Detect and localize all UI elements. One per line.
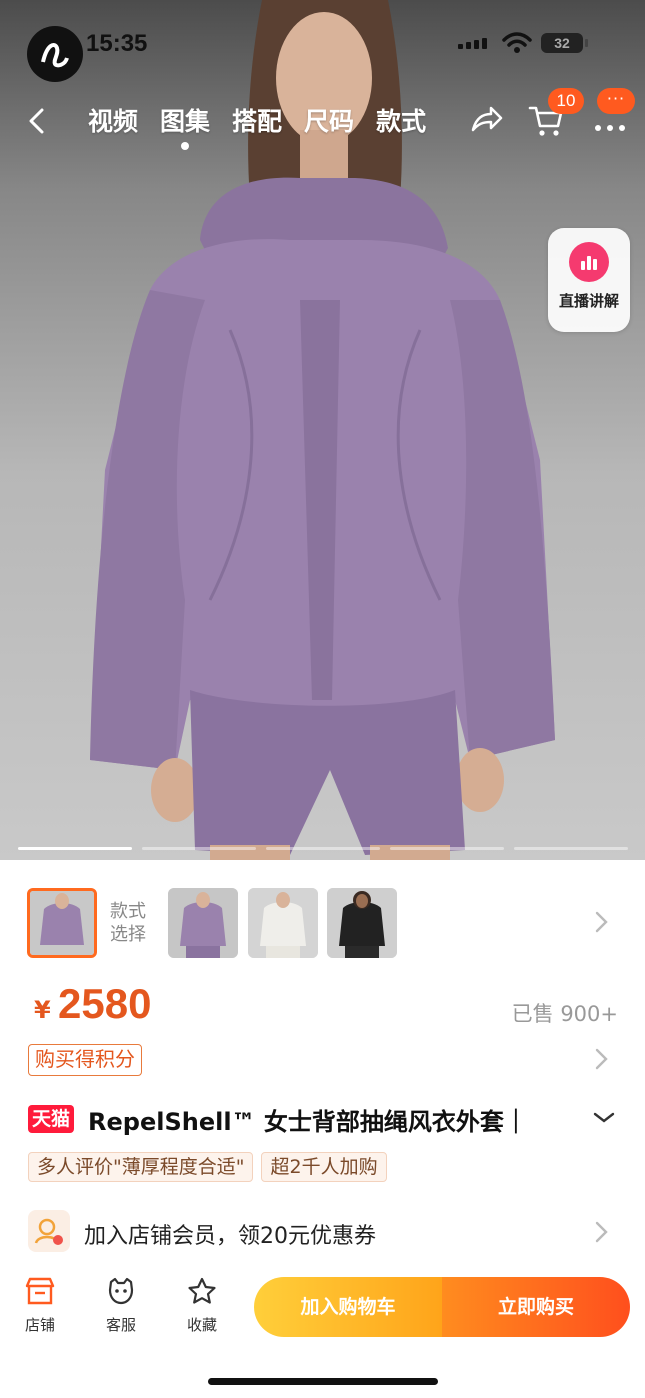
style-thumb-black[interactable] (327, 888, 397, 958)
customer-service-button[interactable]: 客服 (91, 1276, 151, 1335)
live-explain-label: 直播讲解 (558, 292, 619, 310)
gallery-indicator-segment (514, 847, 628, 850)
style-thumb-purple[interactable] (168, 888, 238, 958)
add-to-cart-button[interactable]: 加入购物车 (254, 1277, 442, 1337)
favorite-label: 收藏 (186, 1316, 217, 1334)
cart-count-tag: 超2千人加购 (261, 1152, 387, 1182)
live-explain-button[interactable]: 直播讲解 (548, 228, 630, 332)
bottom-action-bar: 店铺 客服 收藏 加入购物车 立即购买 (0, 1268, 645, 1348)
tab-size[interactable]: 尺码 (304, 102, 354, 138)
product-title: RepelShell™ 女士背部抽绳风衣外套｜ (88, 1108, 528, 1136)
style-select-label: 款式选择 (110, 901, 146, 945)
buy-now-button[interactable]: 立即购买 (442, 1277, 630, 1337)
favorite-button[interactable]: 收藏 (172, 1276, 232, 1335)
style-selector[interactable]: 款式选择 (0, 878, 645, 968)
brand-logo-icon[interactable] (27, 26, 83, 82)
cart-count-badge: 10 (548, 88, 584, 114)
back-icon[interactable] (22, 106, 52, 136)
price-row: ¥ 2580 已售 900+ (28, 980, 618, 1030)
gallery-indicator-segment (142, 847, 256, 850)
product-image-gallery[interactable]: 15:35 32 视频 图集 搭配 尺码 款式 10 ··· 直播讲解 (0, 0, 645, 860)
product-tags: 多人评价"薄厚程度合适" 超2千人加购 (28, 1152, 387, 1182)
status-bar: 15:35 32 (0, 0, 645, 82)
live-chart-icon (569, 242, 609, 282)
tab-style[interactable]: 款式 (376, 102, 426, 138)
gallery-indicator-segment (266, 847, 380, 850)
star-icon (188, 1277, 216, 1304)
product-price: 2580 (58, 980, 152, 1027)
gallery-indicator-segment (390, 847, 504, 850)
currency-symbol: ¥ (34, 996, 51, 1024)
home-indicator[interactable] (208, 1378, 438, 1385)
store-label: 店铺 (24, 1316, 55, 1334)
media-tabs: 视频 图集 搭配 尺码 款式 (88, 102, 426, 150)
points-badge[interactable]: 购买得积分 (28, 1044, 142, 1076)
sold-count: 已售 900+ (511, 1002, 618, 1026)
service-label: 客服 (105, 1316, 136, 1334)
share-icon[interactable] (470, 104, 504, 134)
chevron-right-icon[interactable] (594, 1220, 610, 1244)
top-navigation: 视频 图集 搭配 尺码 款式 10 ··· (0, 88, 645, 150)
style-thumb-white[interactable] (248, 888, 318, 958)
chevron-right-icon[interactable] (594, 910, 610, 934)
store-icon (25, 1277, 55, 1305)
style-thumb-selected[interactable] (27, 888, 97, 958)
store-button[interactable]: 店铺 (10, 1276, 70, 1335)
gallery-indicator-segment (18, 847, 132, 850)
member-coupon-text: 加入店铺会员，领20元优惠券 (84, 1224, 376, 1249)
tab-video[interactable]: 视频 (88, 102, 138, 138)
store-member-row[interactable]: 加入店铺会员，领20元优惠券 (28, 1210, 618, 1254)
tmall-badge: 天猫 (28, 1105, 75, 1133)
tab-outfit[interactable]: 搭配 (232, 102, 282, 138)
wifi-icon (502, 32, 532, 53)
status-time: 15:35 (86, 30, 148, 57)
chevron-down-icon[interactable] (592, 1110, 616, 1126)
battery-indicator: 32 (541, 33, 588, 53)
review-tag: 多人评价"薄厚程度合适" (28, 1152, 254, 1182)
member-icon (28, 1210, 70, 1252)
tab-gallery[interactable]: 图集 (160, 102, 210, 150)
product-title-row: 天猫 RepelShell™ 女士背部抽绳风衣外套｜ (28, 1100, 628, 1140)
more-badge: ··· (597, 88, 635, 114)
service-icon (108, 1277, 134, 1305)
signal-icon (458, 38, 487, 49)
chevron-right-icon[interactable] (594, 1047, 610, 1071)
gallery-page-indicator (18, 847, 628, 850)
